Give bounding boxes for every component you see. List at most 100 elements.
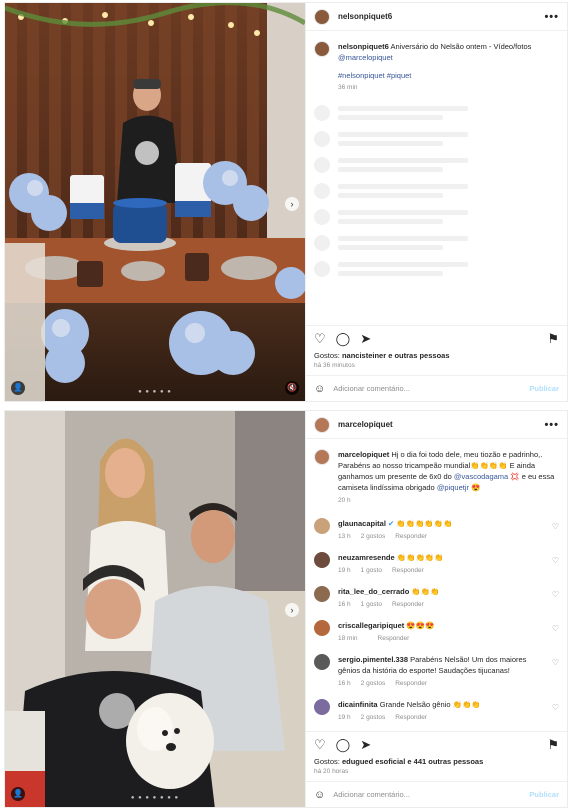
comment-text: 👏👏👏👏👏👏 [396, 519, 453, 528]
carousel-dots: ● ● ● ● ● ● ● [130, 795, 180, 801]
comment-time: 18 min [338, 635, 358, 642]
post-2-media[interactable]: › ● ● ● ● ● ● ● 👤 [5, 411, 305, 807]
tagged-user-icon[interactable]: 👤 [11, 787, 25, 801]
caption-mention-2[interactable]: @piquetjr [437, 483, 469, 492]
comment-likes[interactable]: 2 gostos [361, 714, 386, 721]
family-photo [5, 411, 305, 807]
like-heart-icon[interactable]: ♡ [314, 331, 326, 347]
share-icon[interactable]: ➤ [360, 331, 371, 347]
post-1-username[interactable]: nelsonpiquet6 [338, 12, 392, 21]
emoji-icon[interactable]: ☺ [314, 383, 325, 395]
comment-like-heart-icon[interactable]: ♡ [552, 590, 559, 599]
comment-text: 👏👏👏👏👏 [396, 553, 444, 562]
comment-username[interactable]: criscallegaripiquet [338, 621, 404, 630]
tagged-user-icon[interactable]: 👤 [11, 381, 25, 395]
commenter-avatar[interactable] [314, 699, 330, 715]
post-2-username[interactable]: marcelopiquet [338, 420, 393, 429]
reply-button[interactable]: Responder [392, 567, 424, 574]
likes-user[interactable]: edugued esoficial [342, 757, 405, 766]
post-2-caption: marcelopiquet Hj o dia foi todo dele, me… [314, 449, 559, 504]
more-options-icon[interactable]: ••• [544, 11, 559, 23]
post-2: › ● ● ● ● ● ● ● 👤 marcelopiquet ••• marc… [4, 410, 568, 808]
caption-time: 20 h [338, 497, 351, 504]
more-options-icon[interactable]: ••• [544, 419, 559, 431]
likes-label: Gostos: [314, 757, 340, 766]
post-1-caption: nelsonpiquet6 Aniversário do Nelsão onte… [314, 41, 559, 91]
caption-text-3: 😍 [471, 483, 481, 492]
comment-time: 13 h [338, 533, 351, 540]
avatar[interactable] [314, 8, 330, 25]
publish-button[interactable]: Publicar [529, 790, 559, 799]
post-1-time: há 36 minutos [314, 362, 355, 369]
comment-input[interactable]: Adicionar comentário... [333, 384, 410, 393]
caption-text: Aniversário do Nelsão ontem - Vídeo/foto… [390, 42, 532, 51]
commenter-avatar[interactable] [314, 518, 330, 534]
reply-button[interactable]: Responder [395, 533, 427, 540]
next-photo-arrow-icon[interactable]: › [285, 603, 299, 617]
comment-username[interactable]: neuzamresende [338, 553, 395, 562]
comment-input[interactable]: Adicionar comentário... [333, 790, 410, 799]
comment-row: neuzamresende 👏👏👏👏👏 19 h 1 gosto Responder ♡ [314, 552, 559, 574]
comment-likes[interactable]: 2 gostos [361, 533, 386, 540]
post-1-likes: Gostos: nancisteiner e outras pessoas [306, 351, 567, 360]
likes-others[interactable]: e outras pessoas [388, 351, 449, 360]
comment-username[interactable]: dicainfinita [338, 700, 378, 709]
loading-placeholder [314, 235, 559, 251]
reply-button[interactable]: Responder [395, 714, 427, 721]
mute-icon[interactable]: 🔇 [285, 381, 299, 395]
loading-placeholder [314, 105, 559, 121]
commenter-avatar[interactable] [314, 552, 330, 568]
caption-hashtags[interactable]: #nelsonpiquet #piquet [338, 71, 559, 80]
post-1-media[interactable]: › ● ● ● ● ● 👤 🔇 [5, 3, 305, 401]
save-bookmark-icon[interactable]: ⚑ [547, 331, 559, 347]
post-2-comments: marcelopiquet Hj o dia foi todo dele, me… [306, 439, 567, 731]
comment-like-heart-icon[interactable]: ♡ [552, 624, 559, 633]
comment-like-heart-icon[interactable]: ♡ [552, 658, 559, 667]
comment-text: 😍😍😍 [406, 621, 435, 630]
commenter-avatar[interactable] [314, 620, 330, 636]
comment-likes[interactable]: 1 gosto [361, 601, 382, 608]
likes-others[interactable]: e 441 outras pessoas [407, 757, 483, 766]
verified-badge-icon: ✔ [388, 519, 395, 528]
comments-loading [314, 105, 559, 277]
loading-placeholder [314, 209, 559, 225]
caption-mention-1[interactable]: @vascodagama [454, 472, 508, 481]
like-heart-icon[interactable]: ♡ [314, 737, 326, 753]
commenter-avatar[interactable] [314, 586, 330, 602]
comment-time: 19 h [338, 714, 351, 721]
commenter-avatar[interactable] [314, 654, 330, 670]
loading-placeholder [314, 261, 559, 277]
comment-like-heart-icon[interactable]: ♡ [552, 522, 559, 531]
caption-avatar[interactable] [314, 41, 330, 57]
comment-list: glaunacapital ✔ 👏👏👏👏👏👏 13 h 2 gostos Respon… [314, 518, 559, 721]
comment-username[interactable]: rita_lee_do_cerrado [338, 587, 409, 596]
comment-like-heart-icon[interactable]: ♡ [552, 556, 559, 565]
avatar[interactable] [314, 416, 330, 433]
reply-button[interactable]: Responder [395, 680, 427, 687]
comment-username[interactable]: sergio.pimentel.338 [338, 655, 408, 664]
save-bookmark-icon[interactable]: ⚑ [547, 737, 559, 753]
likes-user[interactable]: nancisteiner [342, 351, 386, 360]
comment-username[interactable]: glaunacapital [338, 519, 386, 528]
caption-username[interactable]: marcelopiquet [338, 450, 389, 459]
post-2-likes: Gostos: edugued esoficial e 441 outras p… [306, 757, 567, 766]
comment-likes[interactable]: 1 gosto [361, 567, 382, 574]
likes-label: Gostos: [314, 351, 340, 360]
comment-row: sergio.pimentel.338 Parabéns Nelsão! Um … [314, 654, 559, 687]
share-icon[interactable]: ➤ [360, 737, 371, 753]
comment-icon[interactable]: ◯ [336, 737, 351, 753]
reply-button[interactable]: Responder [392, 601, 424, 608]
comment-icon[interactable]: ◯ [336, 331, 351, 347]
comment-likes[interactable]: 2 gostos [361, 680, 386, 687]
next-photo-arrow-icon[interactable]: › [285, 197, 299, 211]
emoji-icon[interactable]: ☺ [314, 789, 325, 801]
caption-mention[interactable]: @marcelopiquet [338, 53, 393, 62]
caption-avatar[interactable] [314, 449, 330, 465]
caption-username[interactable]: nelsonpiquet6 [338, 42, 389, 51]
comment-like-heart-icon[interactable]: ♡ [552, 703, 559, 712]
post-2-sidebar: marcelopiquet ••• marcelopiquet Hj o dia… [305, 411, 567, 807]
reply-button[interactable]: Responder [378, 635, 410, 642]
loading-placeholder [314, 183, 559, 199]
post-1: › ● ● ● ● ● 👤 🔇 nelsonpiquet6 ••• nelson… [4, 2, 568, 402]
publish-button[interactable]: Publicar [529, 384, 559, 393]
